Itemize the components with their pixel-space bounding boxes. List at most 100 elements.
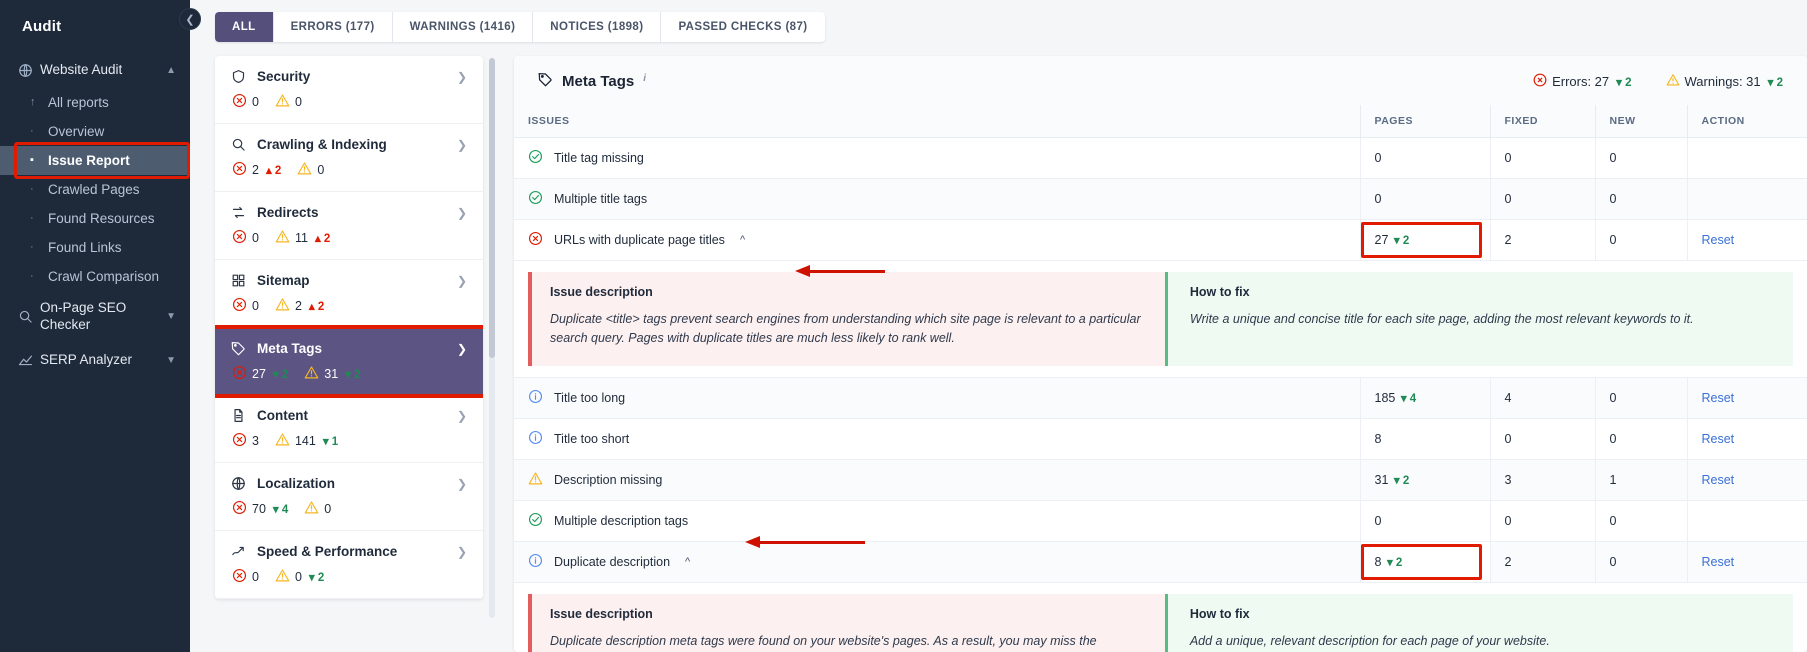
chevron-right-icon[interactable]: ❯: [457, 545, 467, 559]
category-card-meta-tags[interactable]: Meta Tags ❯ 27 ▾ 2 31 ▾ 2: [215, 325, 483, 398]
issue-name[interactable]: URLs with duplicate page titles ^: [528, 231, 1346, 249]
status-notice-icon: [528, 389, 543, 407]
cell-pages[interactable]: 0: [1360, 137, 1491, 179]
cell-pages[interactable]: 185 ▾ 4: [1360, 377, 1491, 419]
issue-name[interactable]: Multiple description tags: [528, 512, 1346, 530]
chevron-right-icon[interactable]: ❯: [457, 409, 467, 423]
chart-icon: [18, 353, 40, 368]
category-errors: 0: [232, 568, 259, 586]
tab-passed[interactable]: PASSED CHECKS (87): [661, 12, 824, 42]
sidebar-item-wrap: · Found Links: [0, 233, 190, 262]
chevron-right-icon[interactable]: ❯: [457, 206, 467, 220]
reset-button[interactable]: Reset: [1702, 233, 1735, 247]
reset-button[interactable]: Reset: [1702, 391, 1735, 405]
tab-notices[interactable]: NOTICES (1898): [533, 12, 662, 42]
issue-name[interactable]: Multiple title tags: [528, 190, 1346, 208]
chevron-down-icon[interactable]: ▼: [166, 311, 176, 322]
category-warnings-value: 0: [294, 570, 302, 584]
cell-pages[interactable]: 31 ▾ 2: [1360, 459, 1491, 501]
category-card-crawling-indexing[interactable]: Crawling & Indexing ❯ 2 ▴ 2 0: [215, 124, 483, 192]
cell-pages[interactable]: 8 ▾ 2: [1360, 541, 1491, 583]
cell-pages[interactable]: 0: [1360, 500, 1491, 542]
pages-value-wrap: 8: [1375, 432, 1476, 446]
category-card-localization[interactable]: Localization ❯ 70 ▾ 4 0: [215, 463, 483, 531]
issue-name[interactable]: Title tag missing: [528, 149, 1346, 167]
category-card-redirects[interactable]: Redirects ❯ 0 11 ▴ 2: [215, 192, 483, 260]
chevron-right-icon[interactable]: ❯: [457, 342, 467, 356]
issue-name[interactable]: Description missing: [528, 471, 1346, 489]
table-row[interactable]: Multiple description tags 0 0 0: [514, 500, 1807, 542]
panel-errors-label: Errors: 27: [1552, 74, 1610, 89]
issue-label: Multiple description tags: [554, 513, 689, 528]
panel-errors-count: Errors: 27 ▾ 2: [1533, 73, 1632, 90]
table-row[interactable]: Title tag missing 0 0 0: [514, 137, 1807, 179]
chevron-up-icon[interactable]: ^: [685, 556, 690, 568]
sidebar-item-all-reports[interactable]: ↑ All reports: [0, 88, 190, 117]
issue-name[interactable]: Title too short: [528, 430, 1346, 448]
sidebar-item-issue-report[interactable]: ▪ Issue Report: [0, 145, 190, 175]
reset-button[interactable]: Reset: [1702, 555, 1735, 569]
category-warnings: 31 ▾ 2: [304, 365, 361, 383]
tab-errors[interactable]: ERRORS (177): [274, 12, 393, 42]
sidebar-item-found-links[interactable]: · Found Links: [0, 233, 190, 262]
main-area: ALL ERRORS (177) WARNINGS (1416) NOTICES (1…: [190, 0, 1807, 652]
category-scrollbar[interactable]: [489, 58, 495, 618]
fixed-value: 2: [1504, 554, 1512, 569]
warning-icon: [304, 500, 319, 518]
category-card-speed-performance[interactable]: Speed & Performance ❯ 0 0 ▾ 2: [215, 531, 483, 599]
cell-fixed: 0: [1490, 418, 1596, 460]
cell-issue: Title too short: [514, 418, 1361, 460]
sidebar-group-website-audit: Website Audit ▲ ↑ All reports · Overview…: [0, 53, 190, 291]
table-row[interactable]: Title too long 185 ▾ 4 4 0 Reset: [514, 377, 1807, 419]
category-stats: 0 11 ▴ 2: [231, 229, 467, 247]
cell-fixed: 4: [1490, 377, 1596, 419]
warning-icon: [297, 161, 312, 179]
status-warning-icon: [528, 471, 543, 489]
info-icon[interactable]: i: [643, 73, 646, 84]
cell-fixed: 0: [1490, 137, 1596, 179]
table-row[interactable]: Description missing 31 ▾ 2 3 1 Reset: [514, 459, 1807, 501]
sidebar-group-header[interactable]: Website Audit ▲: [0, 53, 190, 88]
reset-button[interactable]: Reset: [1702, 432, 1735, 446]
issue-name[interactable]: Title too long: [528, 389, 1346, 407]
issue-description-block: Issue description Duplicate <title> tags…: [528, 272, 1165, 366]
tab-warnings[interactable]: WARNINGS (1416): [393, 12, 534, 42]
sidebar-group-header[interactable]: On-Page SEO Checker ▼: [0, 291, 190, 343]
category-card-security[interactable]: Security ❯ 0 0: [215, 56, 483, 124]
bullet-icon: ·: [30, 183, 34, 196]
how-to-fix-block: How to fix Write a unique and concise ti…: [1164, 272, 1793, 366]
sidebar-collapse-icon[interactable]: ❮: [179, 8, 201, 30]
cell-pages[interactable]: 27 ▾ 2: [1360, 219, 1491, 261]
sidebar-item-overview[interactable]: · Overview: [0, 117, 190, 146]
reset-button[interactable]: Reset: [1702, 473, 1735, 487]
sidebar-item-crawled-pages[interactable]: · Crawled Pages: [0, 175, 190, 204]
table-row[interactable]: Title too short 8 0 0 Reset: [514, 418, 1807, 460]
new-value: 1: [1609, 472, 1617, 487]
chevron-up-icon[interactable]: ^: [740, 234, 745, 246]
category-card-content[interactable]: Content ❯ 3 141 ▾ 1: [215, 395, 483, 463]
issue-name[interactable]: Duplicate description ^: [528, 553, 1346, 571]
chevron-right-icon[interactable]: ❯: [457, 274, 467, 288]
table-row[interactable]: Multiple title tags 0 0 0: [514, 178, 1807, 220]
tab-all[interactable]: ALL: [215, 12, 274, 42]
category-name: Speed & Performance: [257, 544, 398, 559]
category-name: Crawling & Indexing: [257, 137, 387, 152]
cell-pages[interactable]: 8: [1360, 418, 1491, 460]
chevron-up-icon[interactable]: ▲: [166, 65, 176, 76]
chevron-right-icon[interactable]: ❯: [457, 70, 467, 84]
how-to-fix-text: Write a unique and concise title for eac…: [1189, 312, 1694, 326]
category-card-sitemap[interactable]: Sitemap ❯ 0 2 ▴ 2: [215, 260, 483, 328]
table-row[interactable]: URLs with duplicate page titles ^ 27 ▾ 2…: [514, 219, 1807, 261]
cell-pages[interactable]: 0: [1360, 178, 1491, 220]
category-warnings-value: 2: [294, 299, 302, 313]
chevron-right-icon[interactable]: ❯: [457, 138, 467, 152]
chevron-down-icon[interactable]: ▼: [166, 355, 176, 366]
sidebar-item-found-resources[interactable]: · Found Resources: [0, 204, 190, 233]
sidebar-group-header[interactable]: SERP Analyzer ▼: [0, 343, 190, 378]
chevron-right-icon[interactable]: ❯: [457, 477, 467, 491]
category-errors: 0: [232, 229, 259, 247]
sidebar-item-crawl-comparison[interactable]: · Crawl Comparison: [0, 262, 190, 291]
pages-value-wrap: 0: [1375, 514, 1476, 528]
issue-detail: Issue description Duplicate description …: [528, 593, 1793, 652]
table-row[interactable]: Duplicate description ^ 8 ▾ 2 2 0 Reset: [514, 541, 1807, 583]
